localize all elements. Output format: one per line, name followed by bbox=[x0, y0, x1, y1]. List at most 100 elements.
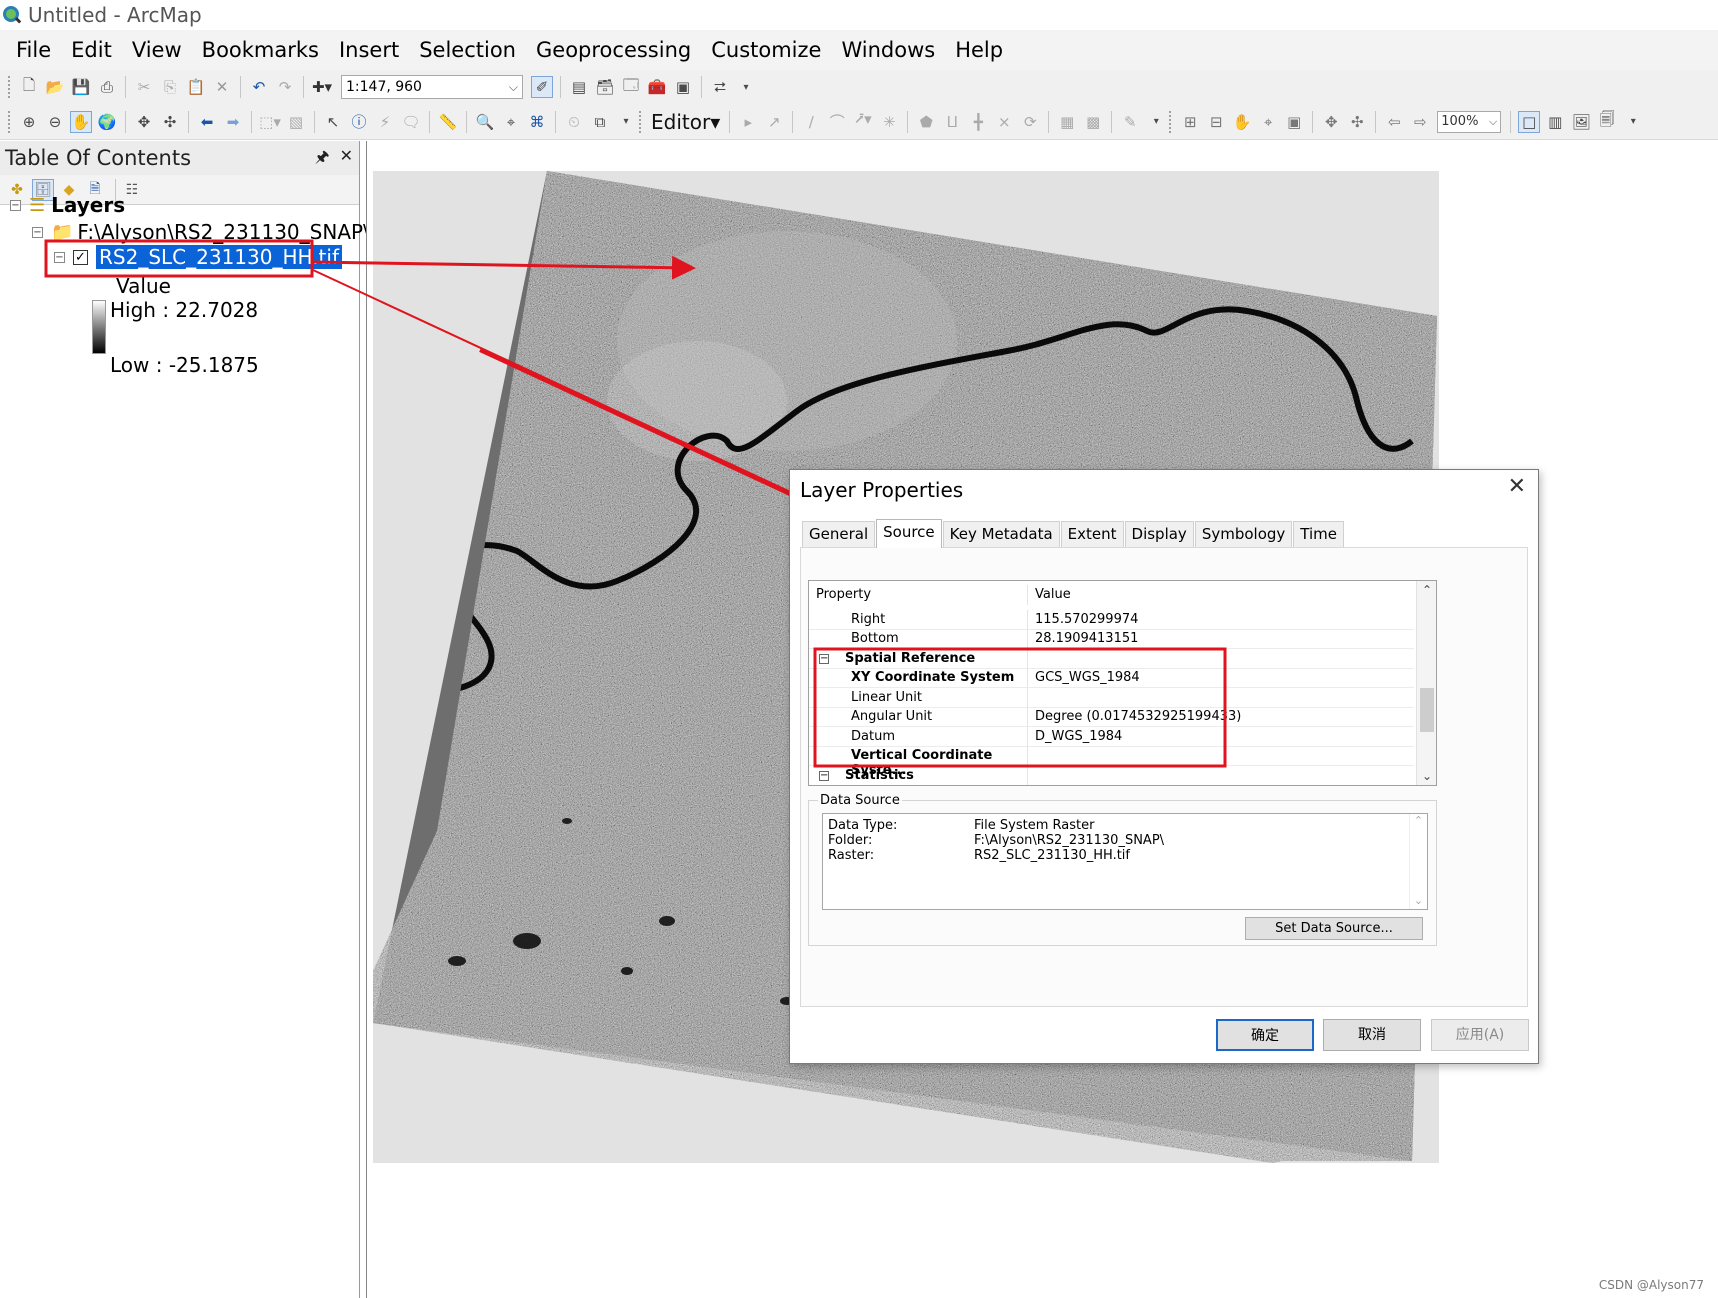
menu-customize[interactable]: Customize bbox=[701, 30, 831, 70]
tab-source[interactable]: Source bbox=[876, 519, 942, 548]
open-folder-icon[interactable]: 📂 bbox=[44, 76, 66, 98]
pan-icon[interactable]: ✋ bbox=[70, 110, 92, 133]
set-data-source-button[interactable]: Set Data Source... bbox=[1245, 917, 1423, 940]
change-layout-icon[interactable]: 🖼 bbox=[1570, 111, 1592, 133]
select-elements-icon[interactable]: ↖ bbox=[322, 111, 344, 133]
find-icon[interactable]: 🔍 bbox=[474, 111, 496, 133]
menu-file[interactable]: File bbox=[6, 30, 61, 70]
menu-view[interactable]: View bbox=[122, 30, 192, 70]
sketch-properties-icon[interactable]: ▩ bbox=[1082, 111, 1104, 133]
paste-icon[interactable]: 📋 bbox=[185, 76, 207, 98]
menu-edit[interactable]: Edit bbox=[61, 30, 122, 70]
grid-row-bottom[interactable]: Bottom 28.1909413151 bbox=[809, 629, 1414, 649]
toolbar-grip[interactable] bbox=[8, 76, 12, 98]
go-to-xy-icon[interactable]: ⌘ bbox=[526, 111, 548, 133]
identify-icon[interactable]: ⓘ bbox=[348, 111, 370, 133]
create-viewer-icon[interactable]: ⧉ bbox=[589, 111, 611, 133]
fixed-zoom-in-icon[interactable]: ✥ bbox=[133, 111, 155, 133]
layout-zoom-out-icon[interactable]: ⊟ bbox=[1205, 111, 1227, 133]
zoom-whole-page-icon[interactable]: ⌖ bbox=[1257, 111, 1279, 133]
measure-icon[interactable]: 📏 bbox=[437, 111, 459, 133]
search-window-icon[interactable]: 🗔 bbox=[620, 76, 642, 98]
editor-menu[interactable]: Editor▾ bbox=[647, 110, 724, 134]
ok-button[interactable]: 确定 bbox=[1216, 1019, 1314, 1051]
find-route-icon[interactable]: ⌖ bbox=[500, 111, 522, 133]
add-data-icon[interactable]: ✚▾ bbox=[311, 76, 333, 98]
edit-tool-icon[interactable]: ▸ bbox=[737, 111, 759, 133]
forward-extent-icon[interactable]: ➡ bbox=[222, 111, 244, 133]
zoom-out-icon[interactable]: ⊖ bbox=[44, 111, 66, 133]
editor-toolbar-toggle-icon[interactable]: ✐ bbox=[531, 76, 553, 98]
scroll-down-icon[interactable]: ⌄ bbox=[1410, 894, 1427, 907]
close-icon[interactable]: ✕ bbox=[340, 146, 353, 173]
grid-row-xy-coordinate-system[interactable]: XY Coordinate System GCS_WGS_1984 bbox=[809, 668, 1414, 688]
toolbar-options-icon[interactable]: ▾ bbox=[735, 76, 757, 98]
cut-icon[interactable]: ✂ bbox=[133, 76, 155, 98]
collapse-icon[interactable]: − bbox=[32, 226, 43, 238]
redo-icon[interactable]: ↷ bbox=[274, 76, 296, 98]
chevron-down-icon[interactable]: ⌵ bbox=[509, 76, 518, 98]
grid-row-linear-unit[interactable]: Linear Unit bbox=[809, 688, 1414, 708]
clear-selection-icon[interactable]: ▧ bbox=[285, 111, 307, 133]
layout-zoom-combobox[interactable]: 100% ⌵ bbox=[1437, 110, 1502, 133]
attributes-icon[interactable]: ▦ bbox=[1056, 111, 1078, 133]
scroll-up-icon[interactable]: ⌃ bbox=[1410, 814, 1427, 827]
tab-general[interactable]: General bbox=[802, 521, 876, 547]
collapse-icon[interactable]: − bbox=[54, 251, 65, 263]
new-document-icon[interactable]: 🗋 bbox=[18, 76, 40, 98]
menu-bookmarks[interactable]: Bookmarks bbox=[192, 30, 329, 70]
map-scale-combobox[interactable]: 1:147, 960 ⌵ bbox=[341, 75, 523, 99]
collapse-icon[interactable]: − bbox=[10, 199, 21, 211]
save-icon[interactable]: 💾 bbox=[70, 76, 92, 98]
toolbar-grip[interactable] bbox=[639, 110, 643, 133]
tab-key-metadata[interactable]: Key Metadata bbox=[942, 521, 1060, 547]
rotate-icon[interactable]: ⟳ bbox=[1019, 111, 1041, 133]
edit-vertices-icon[interactable]: ⬟ bbox=[915, 111, 937, 133]
toolbar-grip[interactable] bbox=[8, 110, 12, 133]
chevron-down-icon[interactable]: ⌵ bbox=[1489, 112, 1497, 132]
data-source-textbox[interactable]: Data Type: File System Raster Folder: F:… bbox=[822, 813, 1428, 910]
pin-icon[interactable]: 🖈 bbox=[315, 146, 330, 173]
model-builder-icon[interactable]: ⮂ bbox=[709, 76, 731, 98]
menu-help[interactable]: Help bbox=[945, 30, 1013, 70]
trace-icon[interactable]: ⭷▾ bbox=[852, 110, 874, 133]
grid-row-vertical-coordinate-system[interactable]: Vertical Coordinate Syste... bbox=[809, 746, 1414, 778]
apply-button[interactable]: 应用(A) bbox=[1431, 1019, 1529, 1051]
tab-time[interactable]: Time bbox=[1293, 521, 1344, 547]
layout-zoom-in-icon[interactable]: ⊞ bbox=[1179, 111, 1201, 133]
print-icon[interactable]: ⎙ bbox=[96, 76, 118, 98]
full-extent-icon[interactable]: 🌍 bbox=[96, 111, 118, 133]
html-popup-icon[interactable]: 🗨 bbox=[400, 111, 422, 133]
tab-extent[interactable]: Extent bbox=[1060, 521, 1124, 547]
toolbar-options-icon[interactable]: ▾ bbox=[1622, 111, 1644, 133]
toc-folder-row[interactable]: − 📁 F:\Alyson\RS2_231130_SNAP\ bbox=[32, 220, 370, 244]
grid-row-datum[interactable]: Datum D_WGS_1984 bbox=[809, 727, 1414, 747]
data-source-scrollbar[interactable]: ⌃ ⌄ bbox=[1409, 814, 1427, 909]
fixed-zoom-out-icon[interactable]: ✣ bbox=[159, 111, 181, 133]
scroll-down-icon[interactable]: ⌄ bbox=[1417, 769, 1436, 783]
layout-pan-icon[interactable]: ✋ bbox=[1231, 111, 1253, 133]
select-features-icon[interactable]: ⬚▾ bbox=[259, 111, 281, 133]
create-features-icon[interactable]: ✎ bbox=[1119, 111, 1141, 133]
split-icon[interactable]: ⨯ bbox=[993, 111, 1015, 133]
endpoint-arc-icon[interactable]: ⌒ bbox=[826, 111, 848, 133]
previous-extent-layout-icon[interactable]: ⇦ bbox=[1383, 111, 1405, 133]
tab-display[interactable]: Display bbox=[1124, 521, 1194, 547]
toolbar-grip[interactable] bbox=[1169, 110, 1173, 133]
fixed-zoom-out-layout-icon[interactable]: ✣ bbox=[1346, 111, 1368, 133]
toc-layer-row[interactable]: − ✓ RS2_SLC_231130_HH.tif bbox=[54, 245, 342, 269]
straight-segment-icon[interactable]: ∕ bbox=[800, 111, 822, 133]
close-icon[interactable]: ✕ bbox=[1508, 474, 1526, 499]
edit-annotation-icon[interactable]: ↗ bbox=[763, 111, 785, 133]
reshape-icon[interactable]: ⨿ bbox=[941, 111, 963, 133]
scrollbar-thumb[interactable] bbox=[1420, 688, 1434, 732]
next-extent-layout-icon[interactable]: ⇨ bbox=[1409, 111, 1431, 133]
menu-selection[interactable]: Selection bbox=[409, 30, 526, 70]
time-slider-icon[interactable]: ⏲ bbox=[563, 111, 585, 133]
cancel-button[interactable]: 取消 bbox=[1323, 1019, 1421, 1051]
data-driven-pages-icon[interactable]: 🗐 bbox=[1596, 110, 1618, 133]
delete-icon[interactable]: ✕ bbox=[211, 76, 233, 98]
menu-windows[interactable]: Windows bbox=[831, 30, 945, 70]
catalog-window-icon[interactable]: 🗃 bbox=[594, 76, 616, 98]
back-extent-icon[interactable]: ⬅ bbox=[196, 111, 218, 133]
